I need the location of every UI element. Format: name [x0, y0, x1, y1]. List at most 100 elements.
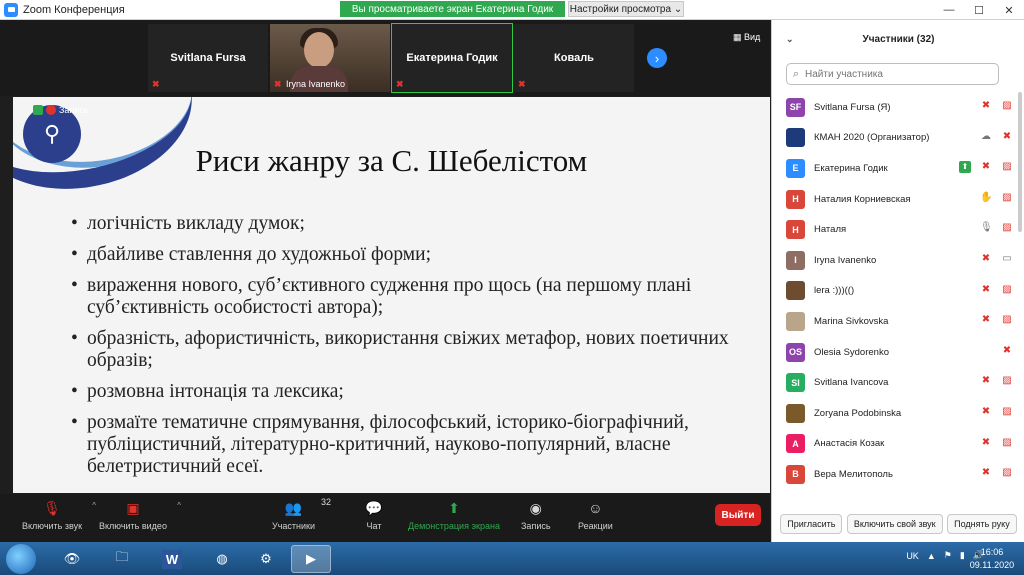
- participant-search[interactable]: ⌕: [786, 63, 999, 85]
- participant-row[interactable]: SF Svitlana Fursa (Я) ✖ ▨: [772, 92, 1024, 123]
- next-page-button[interactable]: ›: [647, 48, 667, 68]
- view-options-label: Настройки просмотра: [569, 3, 672, 15]
- participant-status-icons: ⬆ ✖ ▨: [959, 161, 1013, 174]
- window-controls: — ☐ ✕: [934, 0, 1024, 20]
- participant-name: КМАН 2020 (Организатор): [814, 132, 930, 144]
- participants-header: ⌄ Участники (32): [772, 20, 1024, 58]
- scrollbar[interactable]: [1018, 92, 1022, 232]
- record-label: Запись: [521, 521, 551, 531]
- video-tile-active-speaker[interactable]: Екатерина Годик ✖: [391, 23, 513, 93]
- participant-row[interactable]: OS Olesia Sydorenko ✖: [772, 337, 1024, 368]
- participant-name: Наталя: [814, 224, 847, 236]
- mic-off-icon: ✖: [1002, 344, 1012, 356]
- avatar: [786, 311, 805, 331]
- participant-row[interactable]: Н Наталия Корниевская ✋ ▨: [772, 184, 1024, 215]
- unmute-button[interactable]: 🎙 Включить звук ^: [22, 499, 96, 532]
- video-tile[interactable]: ✖ Iryna Ivanenko: [270, 24, 390, 92]
- folder-icon[interactable]: 🗀: [102, 545, 142, 573]
- panel-footer: Пригласить Включить свой звук Поднять ру…: [772, 506, 1024, 542]
- view-button[interactable]: ▦ Вид: [733, 32, 760, 43]
- avatar: Е: [786, 158, 805, 178]
- mic-off-icon: ✖: [518, 79, 526, 89]
- shield-icon: [33, 105, 43, 115]
- flag-icon[interactable]: ⚑: [944, 550, 952, 561]
- participants-button[interactable]: 👥 Участники 32: [272, 497, 331, 531]
- chat-button[interactable]: 💬 Чат: [364, 499, 384, 532]
- language-indicator[interactable]: UK: [906, 551, 919, 561]
- participants-icon: 👥: [284, 499, 303, 516]
- participant-row[interactable]: Zoryana Podobinska ✖ ▨: [772, 398, 1024, 429]
- participant-search-input[interactable]: [805, 68, 985, 80]
- participants-count: 32: [320, 497, 331, 507]
- participant-row[interactable]: Н Наталя 🎙 ▨: [772, 214, 1024, 245]
- mic-off-icon: ✖: [981, 252, 991, 264]
- participant-name: Olesia Sydorenko: [814, 346, 889, 358]
- participants-title: Участники (32): [862, 33, 935, 45]
- clock[interactable]: 16:06 09.11.2020: [968, 546, 1016, 572]
- raise-hand-button[interactable]: Поднять руку: [947, 514, 1017, 534]
- video-off-icon: ▨: [1002, 100, 1012, 111]
- slide-title: Риси жанру за С. Шебелістом: [195, 143, 588, 178]
- invite-button[interactable]: Пригласить: [780, 514, 843, 534]
- start-video-button[interactable]: ▣ Включить видео ^: [99, 499, 181, 532]
- start-button[interactable]: [6, 544, 36, 574]
- maximize-icon[interactable]: ☐: [964, 0, 994, 20]
- mic-off-icon: ✖: [981, 161, 991, 173]
- slide-bullet: логічність викладу думок;: [71, 213, 731, 235]
- participant-row[interactable]: SI Svitlana Ivancova ✖ ▨: [772, 367, 1024, 398]
- video-tile[interactable]: Коваль ✖: [514, 24, 634, 92]
- zoom-taskbar-icon[interactable]: ▶: [291, 545, 331, 573]
- slide-bullet: розмаїте тематичне спрямування, філософс…: [71, 412, 731, 478]
- record-label: Запись: [59, 105, 89, 115]
- share-banner: Вы просматриваете экран Екатерина Годик: [340, 1, 565, 17]
- close-icon[interactable]: ✕: [994, 0, 1024, 20]
- leave-button[interactable]: Выйти: [715, 504, 761, 526]
- tray-expand-icon[interactable]: ▲: [927, 551, 936, 561]
- mic-off-icon: ✖: [396, 79, 404, 89]
- record-button[interactable]: ◉ Запись: [521, 499, 551, 532]
- video-icon: ▭: [1002, 252, 1012, 264]
- slide-bullet: дбайливе ставлення до художньої форми;: [71, 244, 731, 266]
- explorer-eye-icon[interactable]: 👁: [52, 545, 92, 573]
- participant-status-icons: ✖ ▨: [980, 284, 1013, 296]
- chevron-down-icon[interactable]: ⌄: [786, 34, 794, 45]
- participant-row[interactable]: А Анастасія Козак ✖ ▨: [772, 429, 1024, 460]
- share-screen-button[interactable]: ⬆ Демонстрация экрана: [408, 499, 500, 532]
- minimize-icon[interactable]: —: [934, 0, 964, 20]
- chrome-icon[interactable]: ◍: [202, 545, 242, 573]
- participant-row[interactable]: lera :)))(() ✖ ▨: [772, 276, 1024, 307]
- mic-off-icon: 🎙: [43, 499, 61, 516]
- share-screen-icon: ⬆: [448, 499, 460, 516]
- participants-label: Участники: [272, 521, 315, 531]
- hand-icon: ✋: [980, 191, 993, 203]
- network-icon[interactable]: ▮: [960, 550, 965, 561]
- chevron-up-icon[interactable]: ^: [177, 501, 181, 510]
- participant-row[interactable]: КМАН 2020 (Организатор) ☁ ✖: [772, 123, 1024, 154]
- participant-row[interactable]: I Iryna Ivanenko ✖ ▭: [772, 245, 1024, 276]
- participant-name: Вера Мелитополь: [814, 468, 893, 480]
- participant-row[interactable]: Marina Sivkovska ✖ ▨: [772, 306, 1024, 337]
- share-icon: ⬆: [959, 161, 971, 174]
- participant-row[interactable]: Е Екатерина Годик ⬆ ✖ ▨: [772, 153, 1024, 184]
- video-off-icon: ▨: [1002, 375, 1012, 387]
- word-icon[interactable]: W: [152, 545, 192, 573]
- participant-status-icons: ✖ ▨: [980, 406, 1013, 418]
- participant-list: SF Svitlana Fursa (Я) ✖ ▨ КМАН 2020 (Организ…: [772, 92, 1024, 494]
- video-off-icon: ▨: [1002, 436, 1012, 448]
- avatar: SF: [786, 97, 805, 117]
- chevron-up-icon[interactable]: ^: [92, 501, 96, 510]
- mic-off-icon: ✖: [981, 100, 991, 111]
- avatar: [786, 128, 805, 148]
- reactions-button[interactable]: ☺ Реакции: [578, 499, 613, 531]
- participant-name: Svitlana Fursa (Я): [814, 101, 891, 113]
- view-options-button[interactable]: Настройки просмотра ⌄: [568, 1, 684, 17]
- participant-row[interactable]: В Вера Мелитополь ✖ ▨: [772, 459, 1024, 490]
- mic-off-icon: ✖: [1002, 130, 1012, 142]
- participant-status-icons: ✖ ▨: [980, 314, 1013, 326]
- window-title: Zoom Конференция: [23, 3, 125, 16]
- settings-icon[interactable]: ⚙: [246, 545, 286, 573]
- video-off-icon: ▨: [1002, 314, 1012, 326]
- video-tile[interactable]: Svitlana Fursa ✖: [148, 24, 268, 92]
- start-video-label: Включить видео: [99, 521, 167, 531]
- unmute-self-button[interactable]: Включить свой звук: [846, 514, 943, 534]
